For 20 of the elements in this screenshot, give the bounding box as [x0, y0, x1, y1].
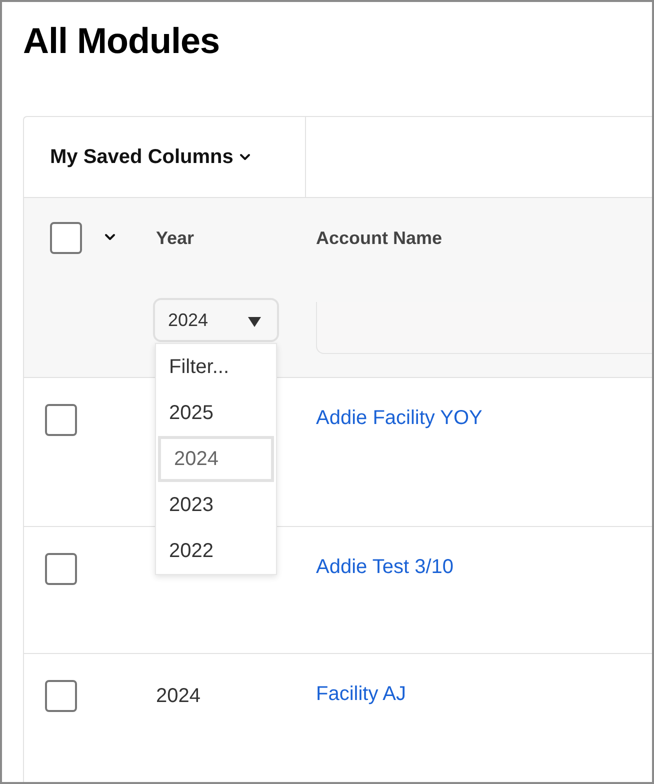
- dropdown-option[interactable]: Filter...: [156, 344, 276, 390]
- page-title: All Modules: [23, 20, 221, 62]
- caret-down-icon: [248, 317, 261, 327]
- account-link[interactable]: Addie Facility YOY: [316, 407, 482, 429]
- dropdown-option[interactable]: 2022: [156, 528, 276, 574]
- dropdown-option[interactable]: 2023: [156, 482, 276, 528]
- dropdown-option[interactable]: 2024: [158, 436, 274, 482]
- checkbox[interactable]: [45, 680, 77, 712]
- filter-field[interactable]: [316, 302, 652, 354]
- saved-columns-dropdown[interactable]: My Saved Columns: [50, 142, 254, 172]
- dropdown-option[interactable]: 2025: [156, 390, 276, 436]
- column-header[interactable]: Year: [156, 226, 316, 250]
- column-header[interactable]: Account Name: [316, 226, 652, 250]
- checkbox[interactable]: [45, 404, 77, 436]
- account-link[interactable]: Addie Test 3/10: [316, 556, 454, 578]
- year-filter-select[interactable]: 2024: [153, 298, 279, 342]
- account-link[interactable]: Facility AJ: [316, 683, 406, 705]
- checkbox[interactable]: [50, 222, 82, 254]
- year-cell: 2024: [156, 685, 200, 707]
- checkbox[interactable]: [45, 553, 77, 585]
